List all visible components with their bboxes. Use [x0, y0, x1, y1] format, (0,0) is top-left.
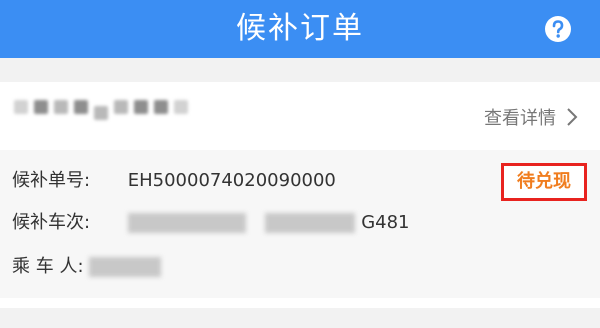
question-circle-icon[interactable] [544, 15, 572, 43]
train-label: 候补车次: [12, 212, 91, 233]
route-blurred [14, 100, 188, 120]
order-card[interactable]: 查看详情 候补单号: EH5000074020090000 候补车次: G481… [0, 82, 600, 308]
status-badge: 待兑现 [501, 163, 587, 201]
view-details-label: 查看详情 [484, 108, 556, 129]
order-number-value: EH5000074020090000 [127, 170, 336, 191]
app-header: 候补订单 [0, 0, 600, 58]
passenger-blurred [89, 257, 162, 277]
view-details-link[interactable]: 查看详情 [484, 104, 578, 130]
page-title: 候补订单 [236, 11, 364, 46]
order-number-row: 候补单号: EH5000074020090000 [12, 168, 336, 194]
train-blurred-part [265, 213, 356, 233]
order-number-label: 候补单号: [12, 170, 91, 191]
passenger-label: 乘 车 人: [12, 256, 84, 277]
section-gap [0, 58, 600, 82]
train-row: 候补车次: G481 [12, 210, 410, 236]
order-card-header: 查看详情 [0, 82, 600, 150]
chevron-right-icon [567, 108, 578, 126]
train-number-suffix: G481 [361, 212, 410, 233]
passenger-row: 乘 车 人: [12, 254, 162, 280]
order-details: 候补单号: EH5000074020090000 候补车次: G481 乘 车 … [0, 150, 600, 298]
train-blurred-part [127, 213, 246, 233]
